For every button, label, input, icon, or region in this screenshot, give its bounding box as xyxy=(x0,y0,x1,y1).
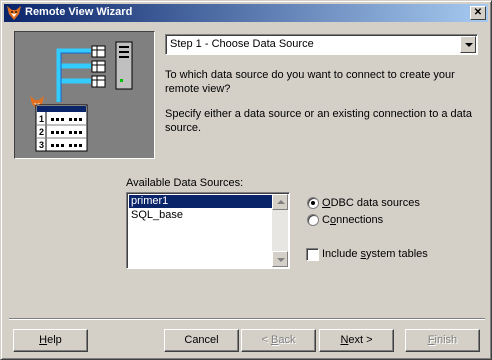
list-item-primer1[interactable]: primer1 xyxy=(129,195,274,208)
next-button-label: Next > xyxy=(340,334,373,346)
chevron-up-icon xyxy=(277,200,285,204)
back-label-access-key: B xyxy=(271,334,279,346)
system-tables-label-first: Include xyxy=(322,248,361,260)
back-button[interactable]: < Back xyxy=(241,329,316,352)
odbc-radio-label-text: DBC data sources xyxy=(330,197,420,209)
help-label-access-key: H xyxy=(39,334,48,346)
window-title: Remote View Wizard xyxy=(25,6,133,18)
list-scrollbar[interactable] xyxy=(272,194,288,267)
odbc-radio-label[interactable]: ODBC data sources xyxy=(322,197,420,209)
help-button-label: Help xyxy=(39,334,62,346)
include-system-tables-checkbox[interactable] xyxy=(306,248,319,261)
instruction-text: Specify either a data source or an exist… xyxy=(165,108,472,134)
system-tables-label-rest: ystem tables xyxy=(366,248,428,260)
radio-selected-dot xyxy=(311,201,315,205)
close-button[interactable]: ✕ xyxy=(470,6,486,20)
fox-icon xyxy=(7,6,21,20)
help-button[interactable]: Help xyxy=(13,329,88,352)
question-text: To which data source do you want to conn… xyxy=(165,69,455,95)
step-select[interactable]: Step 1 - Choose Data Source xyxy=(165,34,478,55)
available-sources-label: Available Data Sources: xyxy=(126,177,244,189)
illustration-row-2: 2 xyxy=(39,127,44,137)
cancel-button[interactable]: Cancel xyxy=(164,329,239,352)
list-item-sql-base[interactable]: SQL_base xyxy=(129,209,274,222)
next-label-access-key: N xyxy=(340,334,349,346)
wizard-illustration: 1 2 3 xyxy=(14,31,155,159)
scroll-up-button[interactable] xyxy=(272,194,288,210)
illustration-row-1: 1 xyxy=(39,114,44,124)
data-source-graphic: 1 2 3 xyxy=(30,41,133,152)
step-select-dropdown-button[interactable] xyxy=(460,36,476,53)
odbc-access-key: O xyxy=(322,197,331,209)
illustration-row-3: 3 xyxy=(39,140,44,150)
connections-radio-label[interactable]: Connections xyxy=(322,214,383,226)
button-separator xyxy=(9,318,485,320)
close-icon: ✕ xyxy=(473,7,483,18)
finish-button[interactable]: Finish xyxy=(405,329,480,352)
connections-radio[interactable] xyxy=(307,214,319,226)
include-system-tables-label[interactable]: Include system tables xyxy=(322,248,428,260)
data-sources-list[interactable]: primer1 SQL_base xyxy=(126,192,290,269)
finish-button-label: Finish xyxy=(427,334,458,346)
back-button-label: < Back xyxy=(261,334,296,346)
chevron-down-icon xyxy=(465,43,473,47)
odbc-radio[interactable] xyxy=(307,197,319,209)
step-select-value: Step 1 - Choose Data Source xyxy=(170,38,314,50)
wizard-window: Remote View Wizard ✕ 1 2 3 Step 1 - Choo… xyxy=(0,0,492,360)
scroll-down-button[interactable] xyxy=(272,251,288,267)
title-bar[interactable]: Remote View Wizard ✕ xyxy=(4,4,488,22)
next-button[interactable]: Next > xyxy=(319,329,394,352)
connections-label-rest: nnections xyxy=(336,214,384,226)
connections-label-first: C xyxy=(322,214,330,226)
finish-label-access-key: F xyxy=(427,334,435,346)
chevron-down-icon xyxy=(277,258,285,262)
